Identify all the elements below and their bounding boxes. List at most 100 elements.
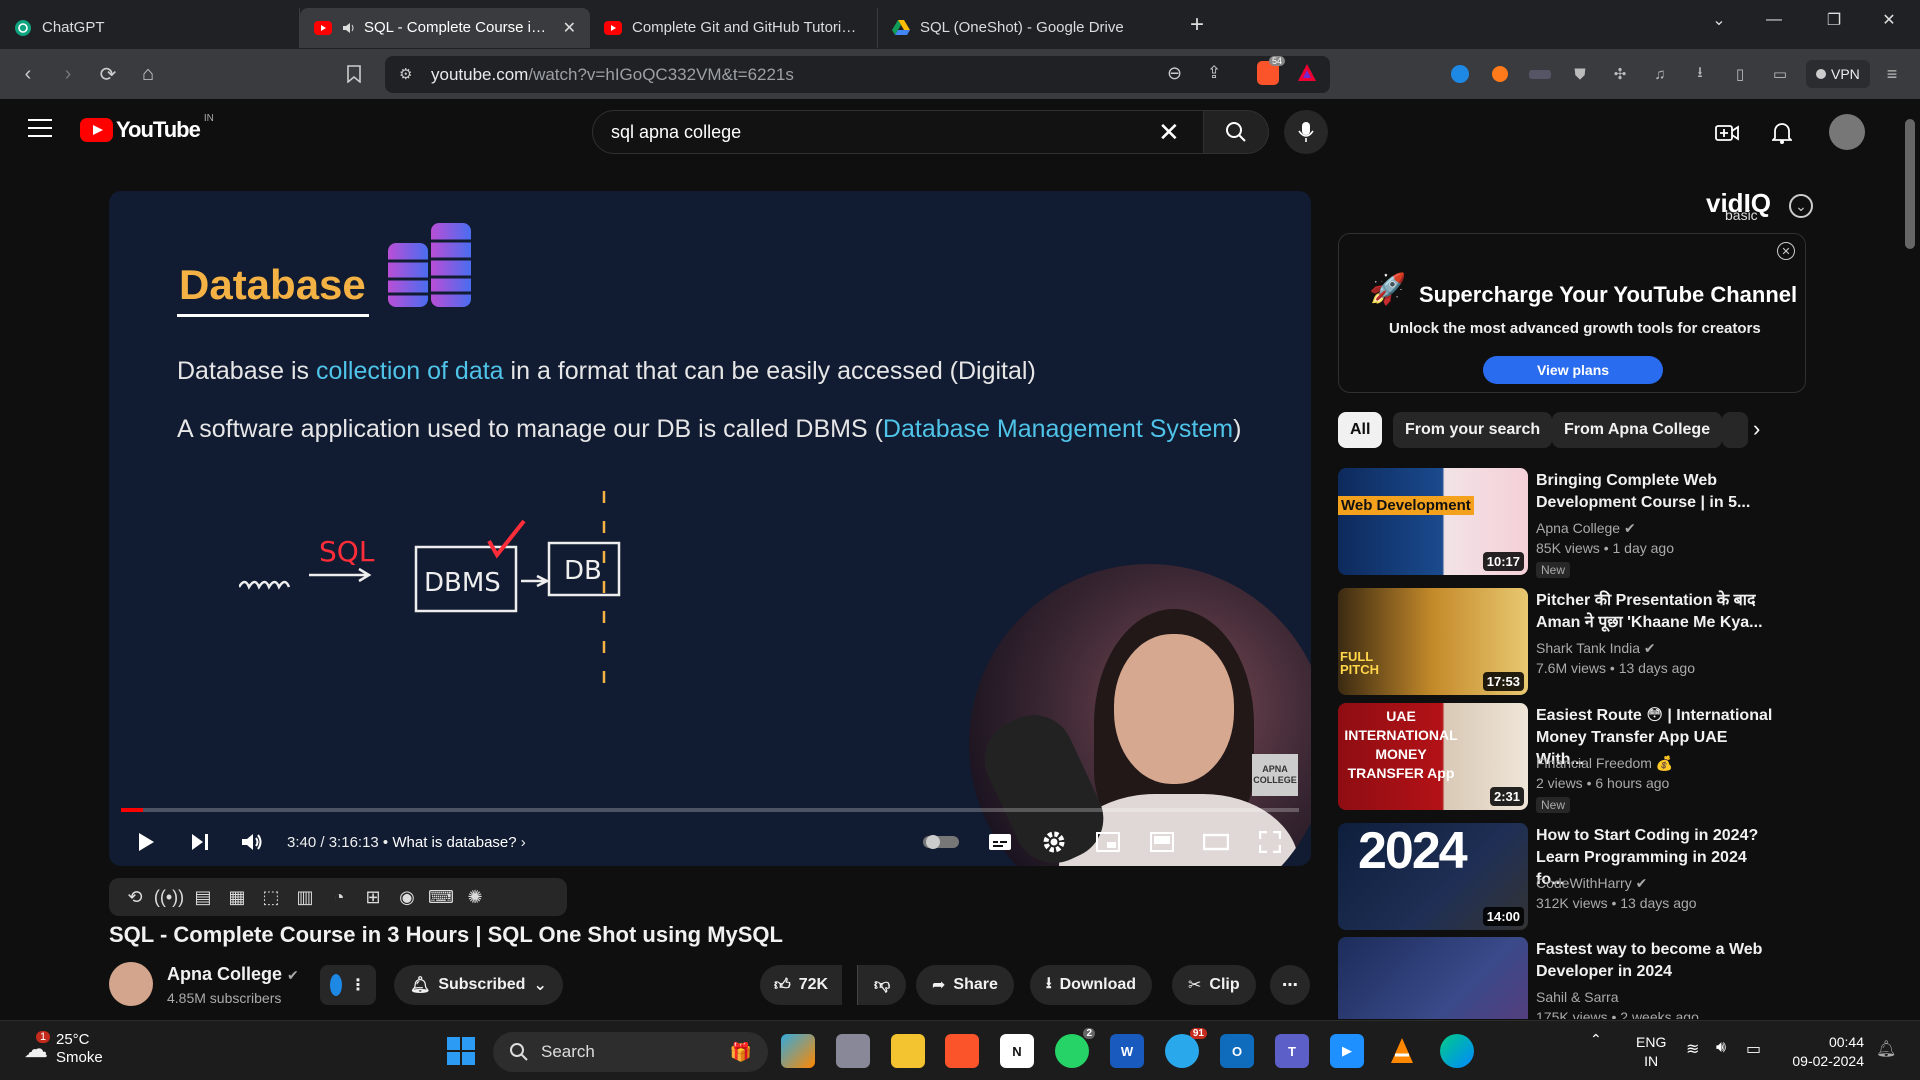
task-view-icon[interactable] xyxy=(836,1034,870,1068)
play-button[interactable] xyxy=(131,827,161,857)
more-actions-button[interactable]: ⋯ xyxy=(1270,965,1310,1005)
vidiq-channel-button[interactable]: ⋮ xyxy=(320,965,376,1005)
tab-sql-course[interactable]: SQL - Complete Course in 3 H ✕ xyxy=(300,7,590,48)
tab-git-tutorial[interactable]: Complete Git and GitHub Tutorial fo xyxy=(590,7,878,48)
zoom-icon[interactable]: ⊖ xyxy=(1167,63,1182,84)
downloads-icon[interactable]: ⭳ xyxy=(1688,62,1712,86)
chip-from-your-search[interactable]: From your search xyxy=(1393,412,1553,448)
vpn-button[interactable]: VPN xyxy=(1806,60,1870,88)
rec-channel[interactable]: Apna College ✔ xyxy=(1536,520,1636,537)
loop-icon[interactable]: ⟲ xyxy=(123,885,147,909)
download-button[interactable]: ⭳ Download xyxy=(1030,965,1153,1005)
tab-google-drive[interactable]: SQL (OneShot) - Google Drive xyxy=(878,8,1168,48)
share-button[interactable]: ➦ Share xyxy=(916,965,1014,1005)
site-settings-icon[interactable]: ⚙ xyxy=(399,65,412,83)
volume-tray-icon[interactable]: 🔊︎ xyxy=(1716,1039,1726,1057)
miniplayer-icon[interactable] xyxy=(1093,827,1123,857)
new-tab-button[interactable]: + xyxy=(1190,11,1204,39)
scrollbar-thumb[interactable] xyxy=(1905,119,1915,249)
outlook-app-icon[interactable]: O xyxy=(1220,1034,1254,1068)
rec-channel[interactable]: Shark Tank India ✔ xyxy=(1536,640,1656,657)
guide-menu-icon[interactable] xyxy=(28,119,52,143)
chip-more[interactable] xyxy=(1722,412,1748,448)
channel-name[interactable]: Apna College ✔ xyxy=(167,964,299,985)
tab-chatgpt[interactable]: ChatGPT xyxy=(0,7,300,48)
search-button[interactable] xyxy=(1203,110,1269,154)
close-tab-icon[interactable]: ✕ xyxy=(553,18,576,38)
video-thumbnail[interactable]: Web Development 10:17 xyxy=(1338,468,1528,575)
video-thumbnail[interactable]: FULL PITCH 17:53 xyxy=(1338,588,1528,695)
camera-icon[interactable]: ◉ xyxy=(395,885,419,909)
speed-gauge-icon[interactable]: ◔ xyxy=(327,885,351,909)
recommended-video[interactable]: Fastest way to become a Web Developer in… xyxy=(1338,937,1798,1019)
filter-icon[interactable]: ▤ xyxy=(191,885,215,909)
word-app-icon[interactable]: W xyxy=(1110,1034,1144,1068)
video-thumbnail[interactable]: UAE INTERNATIONAL MONEY TRANSFER App 2:3… xyxy=(1338,703,1528,810)
extension-icon-orange[interactable] xyxy=(1488,62,1512,86)
subscribed-button[interactable]: 🔔︎ Subscribed ⌄ xyxy=(394,965,563,1005)
rec-channel[interactable]: Sahil & Sarra xyxy=(1536,989,1618,1005)
menu-icon[interactable]: ≡ xyxy=(1880,62,1904,86)
video-thumbnail[interactable] xyxy=(1338,937,1528,1019)
file-explorer-icon[interactable] xyxy=(891,1034,925,1068)
sidebar-icon[interactable]: ▯ xyxy=(1728,62,1752,86)
settings-gear-icon[interactable] xyxy=(1039,827,1069,857)
edge-browser-icon[interactable] xyxy=(1440,1034,1474,1068)
vlc-app-icon[interactable] xyxy=(1385,1034,1419,1068)
clapper-icon[interactable]: ▦ xyxy=(225,885,249,909)
theater-mode-icon[interactable] xyxy=(1201,827,1231,857)
tab-search-icon[interactable]: ⌄ xyxy=(1692,0,1746,40)
video-thumbnail[interactable]: 2024 14:00 xyxy=(1338,823,1528,930)
autoplay-toggle[interactable] xyxy=(921,827,961,857)
home-icon[interactable]: ⌂ xyxy=(128,54,168,94)
wifi-icon[interactable]: ≋ xyxy=(1686,1039,1699,1059)
search-input[interactable]: sql apna college xyxy=(592,110,1242,154)
whatsapp-app-icon[interactable]: 2 xyxy=(1055,1028,1095,1068)
picture-in-picture-icon[interactable] xyxy=(1147,827,1177,857)
copilot-app-icon[interactable] xyxy=(781,1034,815,1068)
progress-bar[interactable] xyxy=(121,808,1299,812)
close-window-button[interactable]: ✕ xyxy=(1862,0,1916,40)
page-scrollbar[interactable] xyxy=(1900,99,1920,1019)
start-button[interactable] xyxy=(444,1034,478,1068)
notifications-bell-icon[interactable] xyxy=(1768,119,1796,147)
channel-avatar[interactable] xyxy=(109,962,153,1006)
maximize-button[interactable]: ❐ xyxy=(1807,0,1861,40)
share-page-icon[interactable]: ⇪ xyxy=(1207,63,1221,83)
chip-all[interactable]: All xyxy=(1338,412,1383,448)
keyboard-icon[interactable]: ⌨ xyxy=(428,885,454,909)
bookmark-icon[interactable] xyxy=(334,54,374,94)
wallet-icon[interactable]: ▭ xyxy=(1768,62,1792,86)
video-player[interactable]: Database Database is collection of data … xyxy=(109,191,1311,866)
account-avatar[interactable] xyxy=(1829,114,1865,150)
speaker-icon[interactable] xyxy=(342,19,356,37)
add-frame-icon[interactable]: ⊞ xyxy=(361,885,385,909)
recommended-video[interactable]: UAE INTERNATIONAL MONEY TRANSFER App 2:3… xyxy=(1338,703,1798,813)
rec-channel[interactable]: CodeWithHarry ✔ xyxy=(1536,875,1647,892)
recommended-video[interactable]: 2024 14:00 How to Start Coding in 2024? … xyxy=(1338,823,1798,933)
reload-icon[interactable]: ⟳ xyxy=(88,54,128,94)
fullscreen-icon[interactable] xyxy=(1255,827,1285,857)
create-video-icon[interactable] xyxy=(1713,119,1741,147)
extension-settings-icon[interactable]: ✺ xyxy=(463,885,487,909)
voice-search-button[interactable] xyxy=(1284,110,1328,154)
chevron-right-icon[interactable]: › xyxy=(521,834,526,851)
youtube-logo[interactable]: YouTube IN xyxy=(80,113,214,143)
show-hidden-icons[interactable]: ⌃ xyxy=(1590,1031,1602,1048)
chevron-right-icon[interactable]: › xyxy=(1753,416,1760,442)
extension-icon-shield[interactable]: ⛊ xyxy=(1568,62,1592,86)
minimize-button[interactable]: — xyxy=(1747,0,1801,40)
back-icon[interactable]: ‹ xyxy=(8,54,48,94)
battery-icon[interactable]: ▭ xyxy=(1746,1039,1761,1059)
clear-search-icon[interactable]: ✕ xyxy=(1158,117,1180,148)
extension-icon-car[interactable] xyxy=(1528,62,1552,86)
teams-app-icon[interactable]: T xyxy=(1275,1034,1309,1068)
forward-icon[interactable]: › xyxy=(48,54,88,94)
media-player-app-icon[interactable]: ▶ xyxy=(1330,1034,1364,1068)
extension-icon-blue[interactable] xyxy=(1448,62,1472,86)
dislike-button[interactable]: 👎︎ xyxy=(857,965,907,1005)
address-bar[interactable]: ⚙ youtube.com/watch?v=hIGoQC332VM&t=6221… xyxy=(385,56,1330,93)
taskbar-clock[interactable]: 00:44 09-02-2024 xyxy=(1784,1033,1864,1071)
film-strip-icon[interactable]: ▥ xyxy=(293,885,317,909)
crop-icon[interactable]: ⬚ xyxy=(259,885,283,909)
